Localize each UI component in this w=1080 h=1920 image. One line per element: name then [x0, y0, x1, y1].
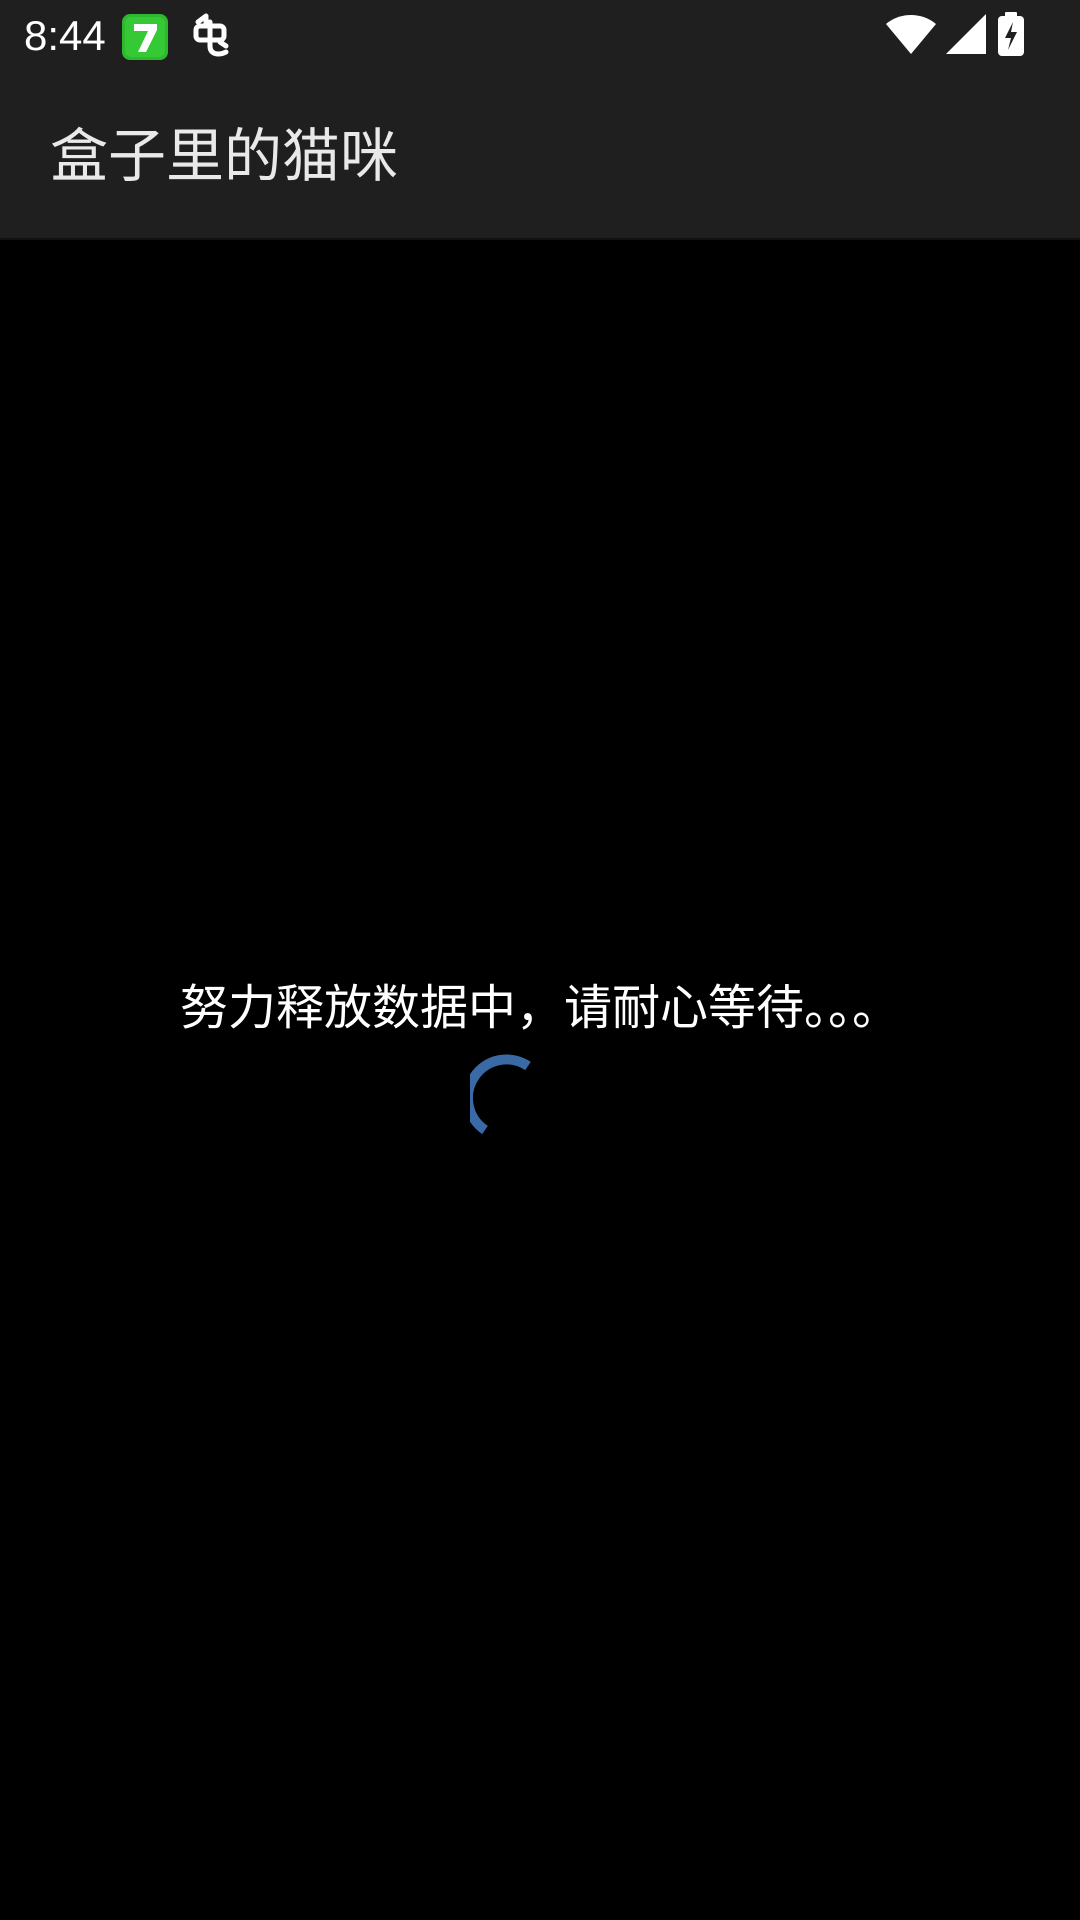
seven-app-icon [122, 14, 168, 64]
loading-screen: 努力释放数据中，请耐心等待。。。 [0, 240, 1080, 1920]
cell-signal-icon [946, 14, 986, 58]
loading-message: 努力释放数据中，请耐心等待。。。 [179, 980, 900, 1036]
wifi-icon [886, 14, 936, 60]
loading-spinner-icon [470, 1054, 531, 1135]
app-title: 盒子里的猫咪 [50, 122, 399, 190]
chong-app-icon [188, 12, 236, 64]
status-time: 8:44 [24, 12, 106, 59]
app-bar: 盒子里的猫咪 [0, 72, 1080, 240]
status-bar: 8:44 [0, 0, 1080, 72]
battery-charging-icon [996, 12, 1026, 60]
